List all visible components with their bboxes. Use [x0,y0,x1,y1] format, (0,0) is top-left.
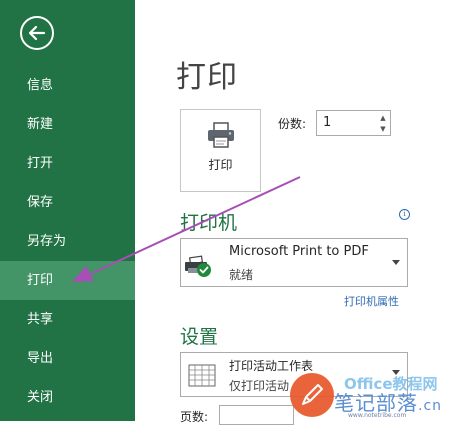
sidebar-item-save[interactable]: 保存 [0,183,135,222]
sidebar-item-close[interactable]: 关闭 [0,378,135,417]
sidebar-item-print[interactable]: 打印 [0,261,135,300]
pages-from-input[interactable] [219,405,294,425]
info-icon[interactable]: i [399,209,410,220]
print-what-select[interactable]: 打印活动工作表 仅打印活动 [180,352,408,397]
backstage-sidebar: 信息 新建 打开 保存 另存为 打印 共享 导出 关闭 [0,0,135,421]
print-button[interactable]: 打印 [180,109,261,192]
page-title: 打印 [176,60,238,95]
copies-spinner[interactable]: 1 ▲ ▼ [316,110,391,136]
copies-label: 份数: [278,117,307,131]
sidebar-item-new[interactable]: 新建 [0,105,135,144]
sheet-grid-icon [188,364,218,392]
sidebar-item-share[interactable]: 共享 [0,300,135,339]
printer-icon [206,122,236,152]
dropdown-arrow-icon [392,260,400,265]
sidebar-item-export[interactable]: 导出 [0,339,135,378]
copies-value[interactable]: 1 [323,115,331,130]
pages-label: 页数: [180,410,209,424]
printer-status: 就绪 [229,268,254,282]
printer-properties-link[interactable]: 打印机属性 [344,293,399,309]
sidebar-item-info[interactable]: 信息 [0,66,135,105]
print-panel: 打印 打印 份数: 1 ▲ ▼ 打印机 i Microsoft Print to… [135,0,450,425]
printer-select[interactable]: Microsoft Print to PDF 就绪 [180,238,408,287]
sidebar-item-save-as[interactable]: 另存为 [0,222,135,261]
print-button-label: 打印 [208,158,233,172]
printer-ready-icon [184,255,214,283]
print-what-value: 打印活动工作表 [229,359,314,373]
dropdown-arrow-icon [392,370,400,375]
printer-name: Microsoft Print to PDF [229,244,369,259]
sidebar-item-open[interactable]: 打开 [0,144,135,183]
spin-up-icon[interactable]: ▲ [378,112,388,123]
back-arrow-icon[interactable] [20,16,54,50]
sidebar-nav: 信息 新建 打开 保存 另存为 打印 共享 导出 关闭 [0,66,135,417]
spin-down-icon[interactable]: ▼ [378,123,388,134]
printer-heading: 打印机 [180,212,238,234]
print-what-description: 仅打印活动 [229,379,290,393]
settings-heading: 设置 [180,326,219,348]
